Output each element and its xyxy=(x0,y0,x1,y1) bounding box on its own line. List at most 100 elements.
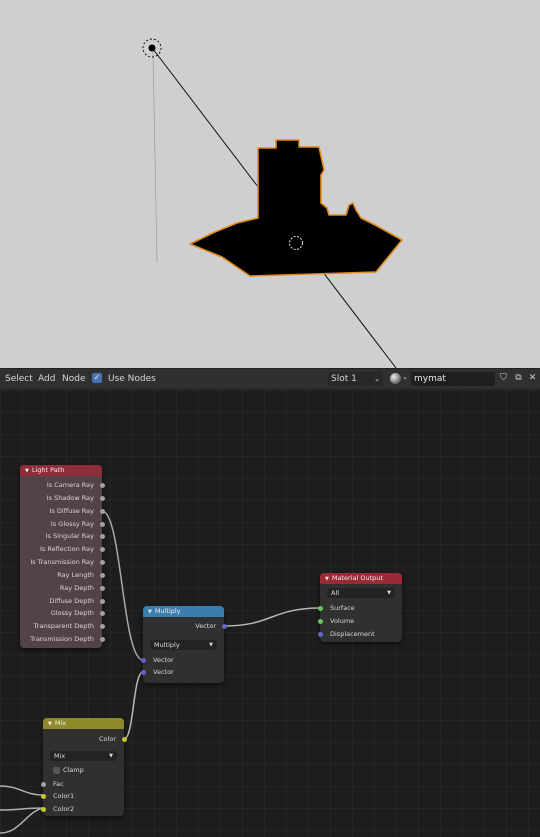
socket-label: Is Glossy Ray xyxy=(50,520,94,528)
3d-viewport[interactable] xyxy=(0,0,540,368)
socket-row: Color2 xyxy=(40,803,124,815)
socket-row: Vector xyxy=(140,666,224,678)
input-socket[interactable] xyxy=(317,618,323,624)
light-object-icon[interactable] xyxy=(142,38,162,58)
node-menu[interactable]: Node xyxy=(62,373,86,385)
output-socket[interactable] xyxy=(99,546,105,552)
socket-row: Color1 xyxy=(40,790,124,802)
material-output-node[interactable]: ▼ Material Output All ▼ Surface Volume Dis… xyxy=(317,573,402,642)
socket-label: Is Shadow Ray xyxy=(46,494,94,502)
socket-label: Ray Depth xyxy=(59,584,94,592)
socket-row: Is Singular Ray xyxy=(20,530,105,542)
collapse-triangle-icon[interactable]: ▼ xyxy=(25,468,29,474)
light-path-title: Light Path xyxy=(31,466,65,474)
socket-label: Surface xyxy=(330,604,355,612)
socket-row: Is Diffuse Ray xyxy=(20,505,105,517)
socket-label: Glossy Depth xyxy=(50,609,94,617)
input-socket[interactable] xyxy=(140,669,146,675)
output-socket[interactable] xyxy=(99,533,105,539)
selected-mesh-object[interactable] xyxy=(189,139,403,277)
output-socket[interactable] xyxy=(99,623,105,629)
output-socket[interactable] xyxy=(99,572,105,578)
shield-fake-user-icon[interactable]: ⛉ xyxy=(498,373,509,384)
output-socket[interactable] xyxy=(99,521,105,527)
socket-row: Transparent Depth xyxy=(20,620,105,632)
slot-dropdown[interactable]: Slot 1 ⌄ xyxy=(328,372,383,386)
chevron-down-icon: ▼ xyxy=(209,642,213,648)
select-menu[interactable]: Select xyxy=(5,373,33,385)
socket-label: Transmission Depth xyxy=(30,635,94,643)
node-editor-canvas[interactable]: ▼ Light Path Is Camera Ray Is Shadow Ray … xyxy=(0,390,540,837)
use-nodes-checkbox[interactable]: ✓ xyxy=(92,373,102,383)
light-direction-line xyxy=(152,49,158,263)
operation-value: Multiply xyxy=(154,641,180,649)
output-socket[interactable] xyxy=(99,495,105,501)
link-incoming-color2 xyxy=(0,807,44,811)
socket-label: Color xyxy=(99,735,116,743)
socket-label: Vector xyxy=(153,656,174,664)
input-socket[interactable] xyxy=(40,806,46,812)
chevron-down-icon[interactable]: ⌄ xyxy=(402,373,408,381)
output-socket[interactable] xyxy=(99,610,105,616)
output-socket[interactable] xyxy=(99,598,105,604)
input-socket[interactable] xyxy=(40,793,46,799)
material-name-text: mymat xyxy=(414,374,446,384)
mix-node[interactable]: ▼ Mix Color Mix ▼ Clamp Fac Color1 Color2 xyxy=(40,718,127,816)
socket-label: Is Camera Ray xyxy=(46,481,94,489)
duplicate-icon[interactable]: ⧉ xyxy=(513,373,524,384)
target-dropdown[interactable]: All ▼ xyxy=(327,588,395,598)
add-menu[interactable]: Add xyxy=(38,373,55,385)
multiply-node[interactable]: ▼ Multiply Vector Multiply ▼ Vector Vector xyxy=(140,606,227,683)
socket-row: Is Camera Ray xyxy=(20,479,105,491)
socket-label: Vector xyxy=(195,622,216,630)
collapse-triangle-icon[interactable]: ▼ xyxy=(48,721,52,727)
socket-label: Is Diffuse Ray xyxy=(49,507,94,515)
material-name-field[interactable]: mymat xyxy=(411,372,495,386)
collapse-triangle-icon[interactable]: ▼ xyxy=(148,609,152,615)
output-socket[interactable] xyxy=(121,736,127,742)
chevron-down-icon: ▼ xyxy=(387,590,391,596)
input-socket[interactable] xyxy=(40,781,46,787)
mix-node-header[interactable]: ▼ Mix xyxy=(43,718,124,729)
socket-label: Fac xyxy=(53,780,64,788)
target-value: All xyxy=(331,589,340,597)
socket-label: Is Reflection Ray xyxy=(40,545,94,553)
socket-row: Surface xyxy=(317,602,402,614)
socket-row: Ray Length xyxy=(20,569,105,581)
socket-row: Glossy Depth xyxy=(20,607,105,619)
socket-row: Ray Depth xyxy=(20,582,105,594)
clamp-checkbox[interactable] xyxy=(53,766,60,774)
socket-row: Diffuse Depth xyxy=(20,595,105,607)
input-socket[interactable] xyxy=(140,657,146,663)
output-socket[interactable] xyxy=(99,482,105,488)
collapse-triangle-icon[interactable]: ▼ xyxy=(325,576,329,582)
output-socket[interactable] xyxy=(221,623,227,629)
output-socket[interactable] xyxy=(99,508,105,514)
multiply-title: Multiply xyxy=(154,607,181,615)
socket-label: Is Transmission Ray xyxy=(30,558,94,566)
socket-label: Diffuse Depth xyxy=(49,597,94,605)
socket-label: Ray Length xyxy=(57,571,94,579)
output-socket[interactable] xyxy=(99,636,105,642)
clamp-row[interactable]: Clamp xyxy=(43,764,124,776)
input-socket[interactable] xyxy=(317,605,323,611)
mix-title: Mix xyxy=(54,719,67,727)
chevron-down-icon: ▼ xyxy=(109,753,113,759)
output-socket[interactable] xyxy=(99,585,105,591)
input-socket[interactable] xyxy=(317,631,323,637)
close-icon[interactable]: ✕ xyxy=(527,373,538,384)
light-path-node-header[interactable]: ▼ Light Path xyxy=(20,465,102,476)
socket-label: Color2 xyxy=(53,805,75,813)
blend-value: Mix xyxy=(54,752,66,760)
blend-type-dropdown[interactable]: Mix ▼ xyxy=(50,751,117,761)
socket-label: Displacement xyxy=(330,630,375,638)
material-browse-icon[interactable] xyxy=(390,373,401,384)
material-output-node-header[interactable]: ▼ Material Output xyxy=(320,573,402,584)
multiply-node-header[interactable]: ▼ Multiply xyxy=(143,606,224,617)
operation-dropdown[interactable]: Multiply ▼ xyxy=(150,640,217,650)
link-diffuse-to-vector xyxy=(101,510,144,661)
socket-row: Fac xyxy=(40,778,124,790)
output-socket[interactable] xyxy=(99,559,105,565)
socket-row: Is Reflection Ray xyxy=(20,543,105,555)
light-path-node[interactable]: ▼ Light Path Is Camera Ray Is Shadow Ray … xyxy=(20,465,105,648)
